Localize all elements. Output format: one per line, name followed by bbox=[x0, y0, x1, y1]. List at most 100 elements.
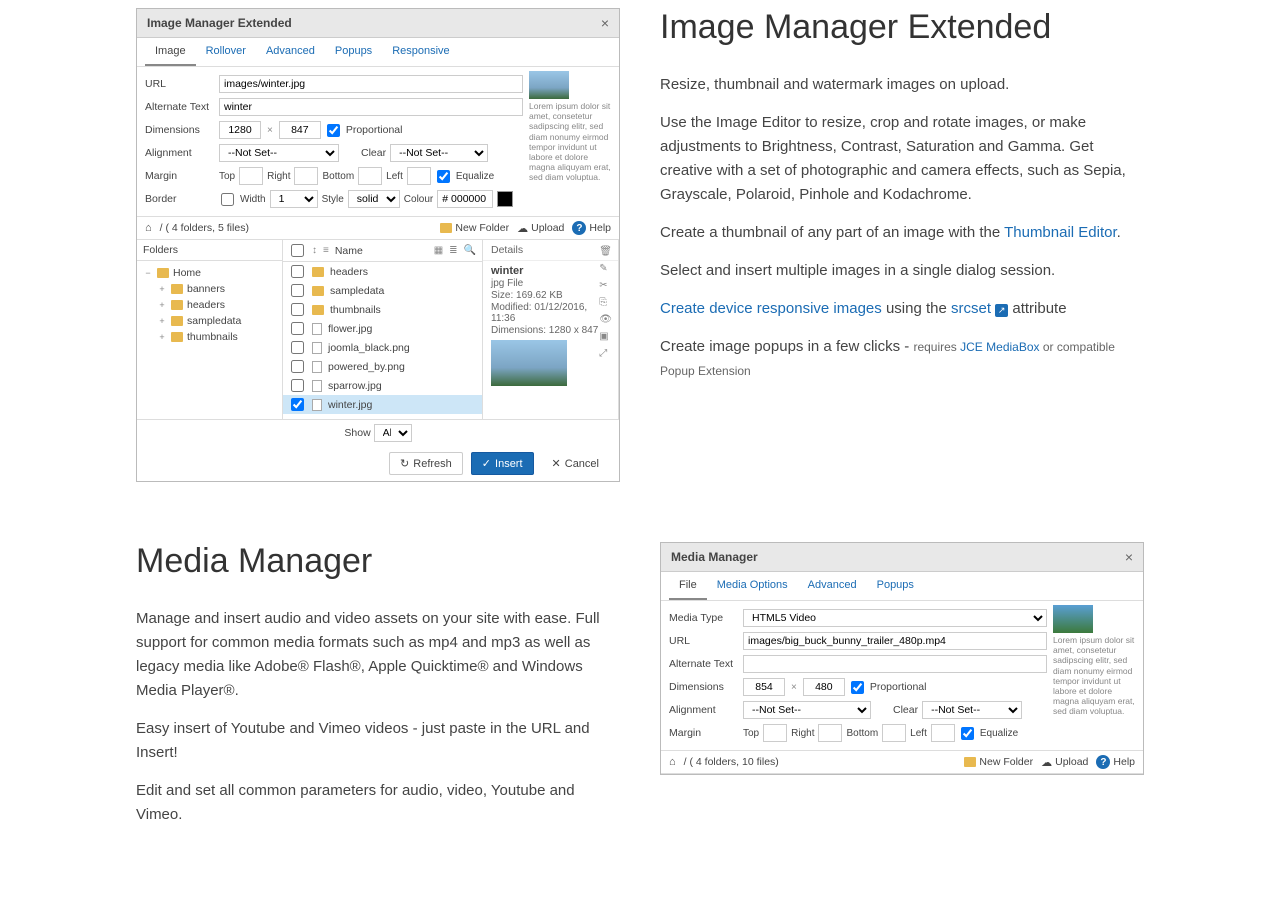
rename-icon[interactable]: ✂ bbox=[599, 280, 612, 291]
width-input[interactable] bbox=[219, 121, 261, 139]
home-icon[interactable]: ⌂ bbox=[145, 222, 152, 234]
file-row[interactable]: sampledata bbox=[283, 281, 482, 300]
clear-select[interactable]: --Not Set-- bbox=[390, 144, 488, 162]
type-label: Media Type bbox=[669, 612, 739, 624]
cancel-button[interactable]: ✕Cancel bbox=[542, 452, 609, 475]
close-icon[interactable]: × bbox=[601, 15, 609, 31]
proportional-checkbox[interactable] bbox=[851, 681, 864, 694]
resize-icon[interactable]: ⤢ bbox=[599, 348, 612, 359]
height-input[interactable] bbox=[803, 678, 845, 696]
file-row[interactable]: sparrow.jpg bbox=[283, 376, 482, 395]
alt-input[interactable] bbox=[219, 98, 523, 116]
ext-icon[interactable]: ≡ bbox=[323, 245, 329, 256]
margin-top-input[interactable] bbox=[239, 167, 263, 185]
help-button[interactable]: ?Help bbox=[1096, 755, 1135, 769]
edit-icon[interactable]: ✎ bbox=[599, 263, 612, 274]
alignment-select[interactable]: --Not Set-- bbox=[743, 701, 871, 719]
srcset-link[interactable]: srcset ↗ bbox=[951, 300, 1008, 317]
upload-button[interactable]: ☁Upload bbox=[1041, 756, 1088, 769]
file-row[interactable]: winter.jpg bbox=[283, 395, 482, 414]
file-checkbox[interactable] bbox=[291, 284, 304, 297]
margin-right-input[interactable] bbox=[818, 724, 842, 742]
tab-rollover[interactable]: Rollover bbox=[196, 38, 256, 66]
tab-popups[interactable]: Popups bbox=[867, 572, 924, 600]
margin-bottom-input[interactable] bbox=[358, 167, 382, 185]
file-checkbox[interactable] bbox=[291, 360, 304, 373]
new-folder-button[interactable]: New Folder bbox=[440, 222, 509, 234]
tab-file[interactable]: File bbox=[669, 572, 707, 600]
file-row[interactable]: thumbnails bbox=[283, 300, 482, 319]
toggle-icon[interactable]: + bbox=[157, 316, 167, 326]
border-width-select[interactable]: 1 bbox=[270, 190, 318, 208]
new-folder-button[interactable]: New Folder bbox=[964, 756, 1033, 768]
mediabox-link[interactable]: JCE MediaBox bbox=[960, 340, 1039, 354]
tab-media-options[interactable]: Media Options bbox=[707, 572, 798, 600]
thumb-icon[interactable]: ▣ bbox=[599, 331, 612, 342]
file-row[interactable]: flower.jpg bbox=[283, 319, 482, 338]
tab-popups[interactable]: Popups bbox=[325, 38, 382, 66]
toggle-icon[interactable]: + bbox=[157, 300, 167, 310]
copy-icon[interactable]: ⎘ bbox=[599, 297, 612, 308]
file-checkbox[interactable] bbox=[291, 379, 304, 392]
margin-right-input[interactable] bbox=[294, 167, 318, 185]
show-select[interactable]: All bbox=[374, 424, 412, 442]
responsive-link[interactable]: Create device responsive images bbox=[660, 300, 882, 317]
margin-left-input[interactable] bbox=[407, 167, 431, 185]
help-button[interactable]: ?Help bbox=[572, 221, 611, 235]
tree-item[interactable]: −Home bbox=[139, 265, 280, 281]
media-type-select[interactable]: HTML5 Video bbox=[743, 609, 1047, 627]
tab-advanced[interactable]: Advanced bbox=[798, 572, 867, 600]
url-input[interactable] bbox=[219, 75, 523, 93]
alignment-select[interactable]: --Not Set-- bbox=[219, 144, 339, 162]
delete-icon[interactable]: 🗑 bbox=[599, 246, 612, 257]
sort-icon[interactable]: ↕ bbox=[312, 245, 317, 256]
search-icon[interactable]: 🔍 bbox=[464, 245, 476, 256]
tree-item[interactable]: +headers bbox=[139, 297, 280, 313]
margin-left-input[interactable] bbox=[931, 724, 955, 742]
tab-advanced[interactable]: Advanced bbox=[256, 38, 325, 66]
width-input[interactable] bbox=[743, 678, 785, 696]
border-style-select[interactable]: solid bbox=[348, 190, 400, 208]
close-icon[interactable]: × bbox=[1125, 549, 1133, 565]
equalize-label: Equalize bbox=[456, 171, 494, 182]
border-checkbox[interactable] bbox=[221, 193, 234, 206]
margin-top-input[interactable] bbox=[763, 724, 787, 742]
colour-input[interactable] bbox=[437, 190, 493, 208]
view-icon[interactable]: 👁 bbox=[599, 314, 612, 325]
file-row[interactable]: headers bbox=[283, 262, 482, 281]
file-checkbox[interactable] bbox=[291, 303, 304, 316]
file-row[interactable]: powered_by.png bbox=[283, 357, 482, 376]
grid-view-icon[interactable]: ▦ bbox=[434, 245, 443, 256]
toggle-icon[interactable]: + bbox=[157, 284, 167, 294]
proportional-checkbox[interactable] bbox=[327, 124, 340, 137]
file-checkbox[interactable] bbox=[291, 322, 304, 335]
file-checkbox[interactable] bbox=[291, 265, 304, 278]
tab-image[interactable]: Image bbox=[145, 38, 196, 66]
equalize-checkbox[interactable] bbox=[437, 170, 450, 183]
list-view-icon[interactable]: ≣ bbox=[449, 245, 457, 256]
file-checkbox[interactable] bbox=[291, 341, 304, 354]
toggle-icon[interactable]: − bbox=[143, 268, 153, 278]
margin-bottom-input[interactable] bbox=[882, 724, 906, 742]
file-checkbox[interactable] bbox=[291, 398, 304, 411]
tree-item[interactable]: +banners bbox=[139, 281, 280, 297]
thumbnail-editor-link[interactable]: Thumbnail Editor bbox=[1004, 224, 1117, 241]
toggle-icon[interactable]: + bbox=[157, 332, 167, 342]
file-row[interactable]: joomla_black.png bbox=[283, 338, 482, 357]
tree-item[interactable]: +thumbnails bbox=[139, 329, 280, 345]
clear-select[interactable]: --Not Set-- bbox=[922, 701, 1022, 719]
tab-responsive[interactable]: Responsive bbox=[382, 38, 459, 66]
file-icon bbox=[312, 399, 322, 411]
tree-item[interactable]: +sampledata bbox=[139, 313, 280, 329]
insert-button[interactable]: ✓Insert bbox=[471, 452, 534, 475]
alt-input[interactable] bbox=[743, 655, 1047, 673]
select-all-checkbox[interactable] bbox=[291, 244, 304, 257]
refresh-button[interactable]: ↻Refresh bbox=[389, 452, 463, 475]
upload-button[interactable]: ☁Upload bbox=[517, 222, 564, 235]
url-input[interactable] bbox=[743, 632, 1047, 650]
home-icon[interactable]: ⌂ bbox=[669, 756, 676, 768]
colour-swatch[interactable] bbox=[497, 191, 513, 207]
height-input[interactable] bbox=[279, 121, 321, 139]
equalize-checkbox[interactable] bbox=[961, 727, 974, 740]
file-icon bbox=[312, 323, 322, 335]
